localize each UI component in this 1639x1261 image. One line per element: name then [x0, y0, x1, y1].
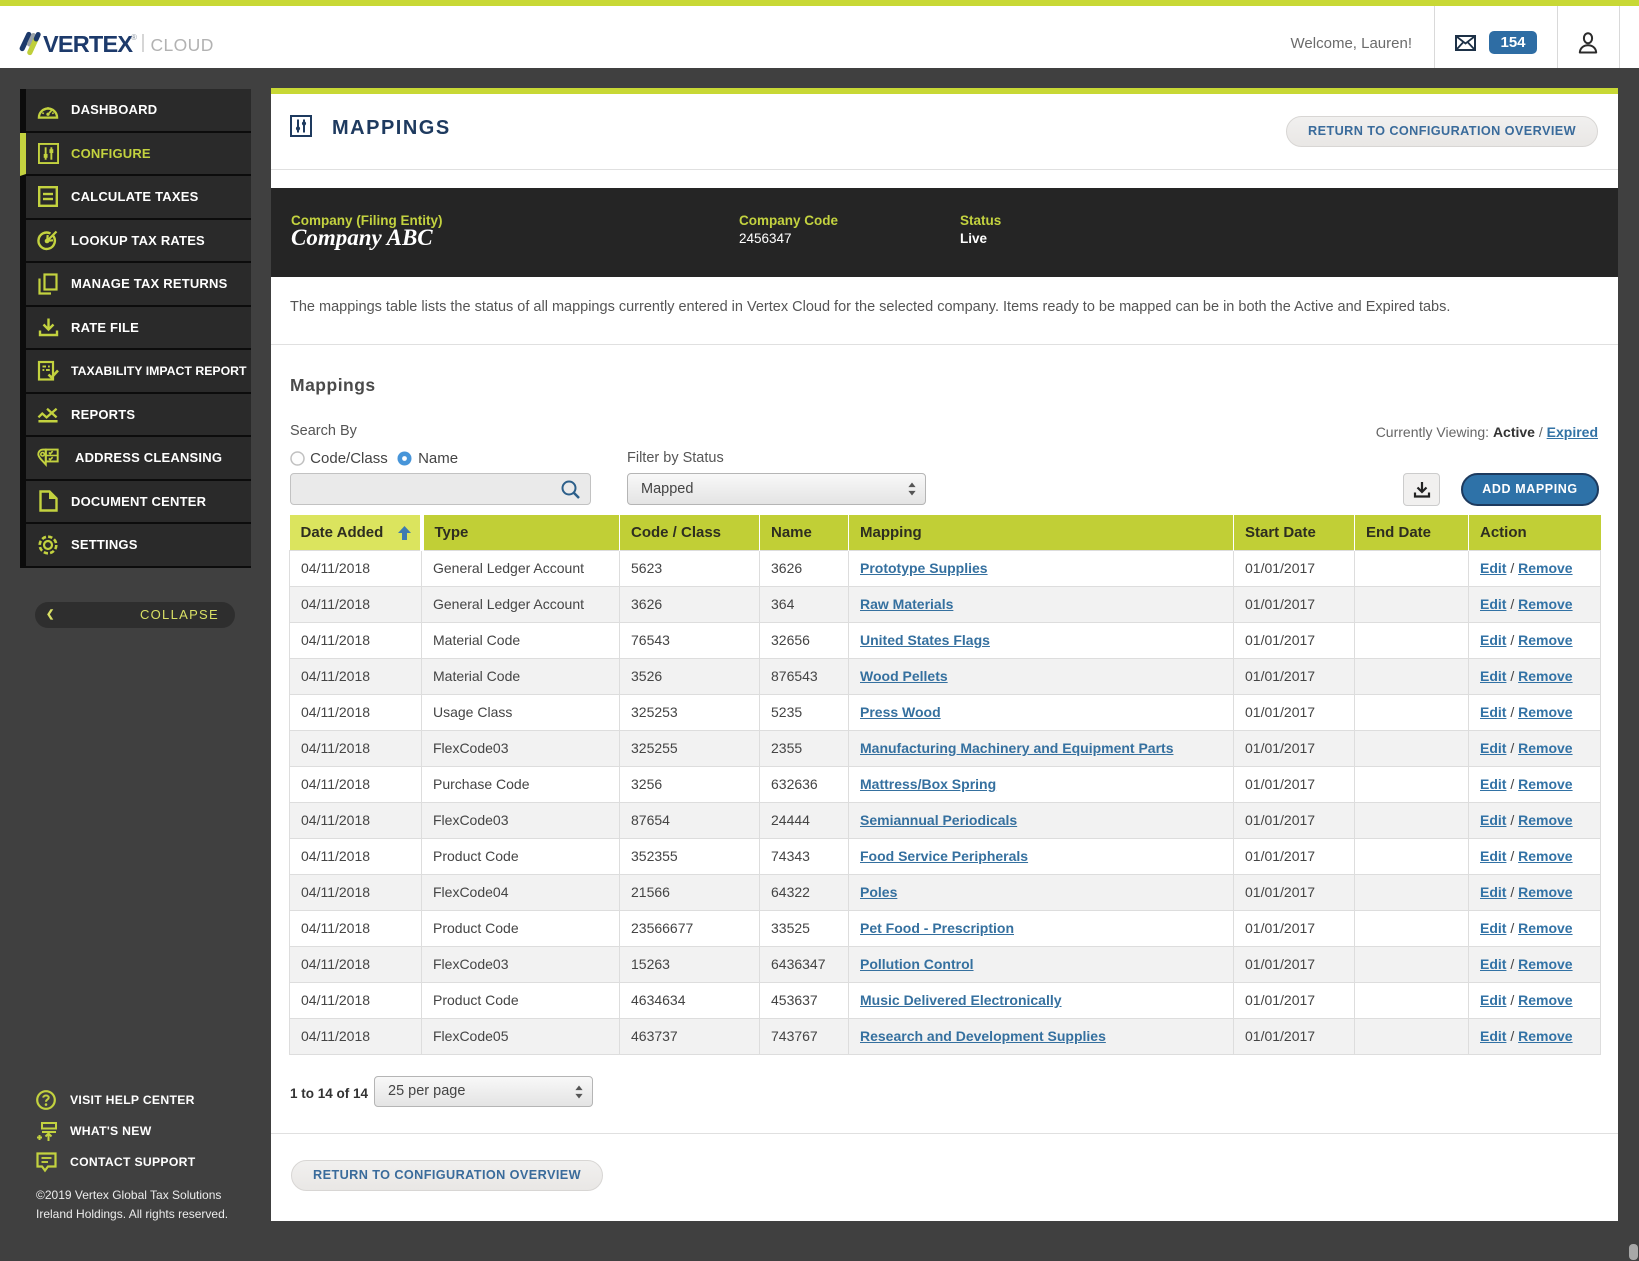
- svg-text:CLOUD: CLOUD: [151, 35, 214, 55]
- svg-text:VERTEX: VERTEX: [43, 31, 133, 57]
- svg-text:®: ®: [131, 33, 137, 42]
